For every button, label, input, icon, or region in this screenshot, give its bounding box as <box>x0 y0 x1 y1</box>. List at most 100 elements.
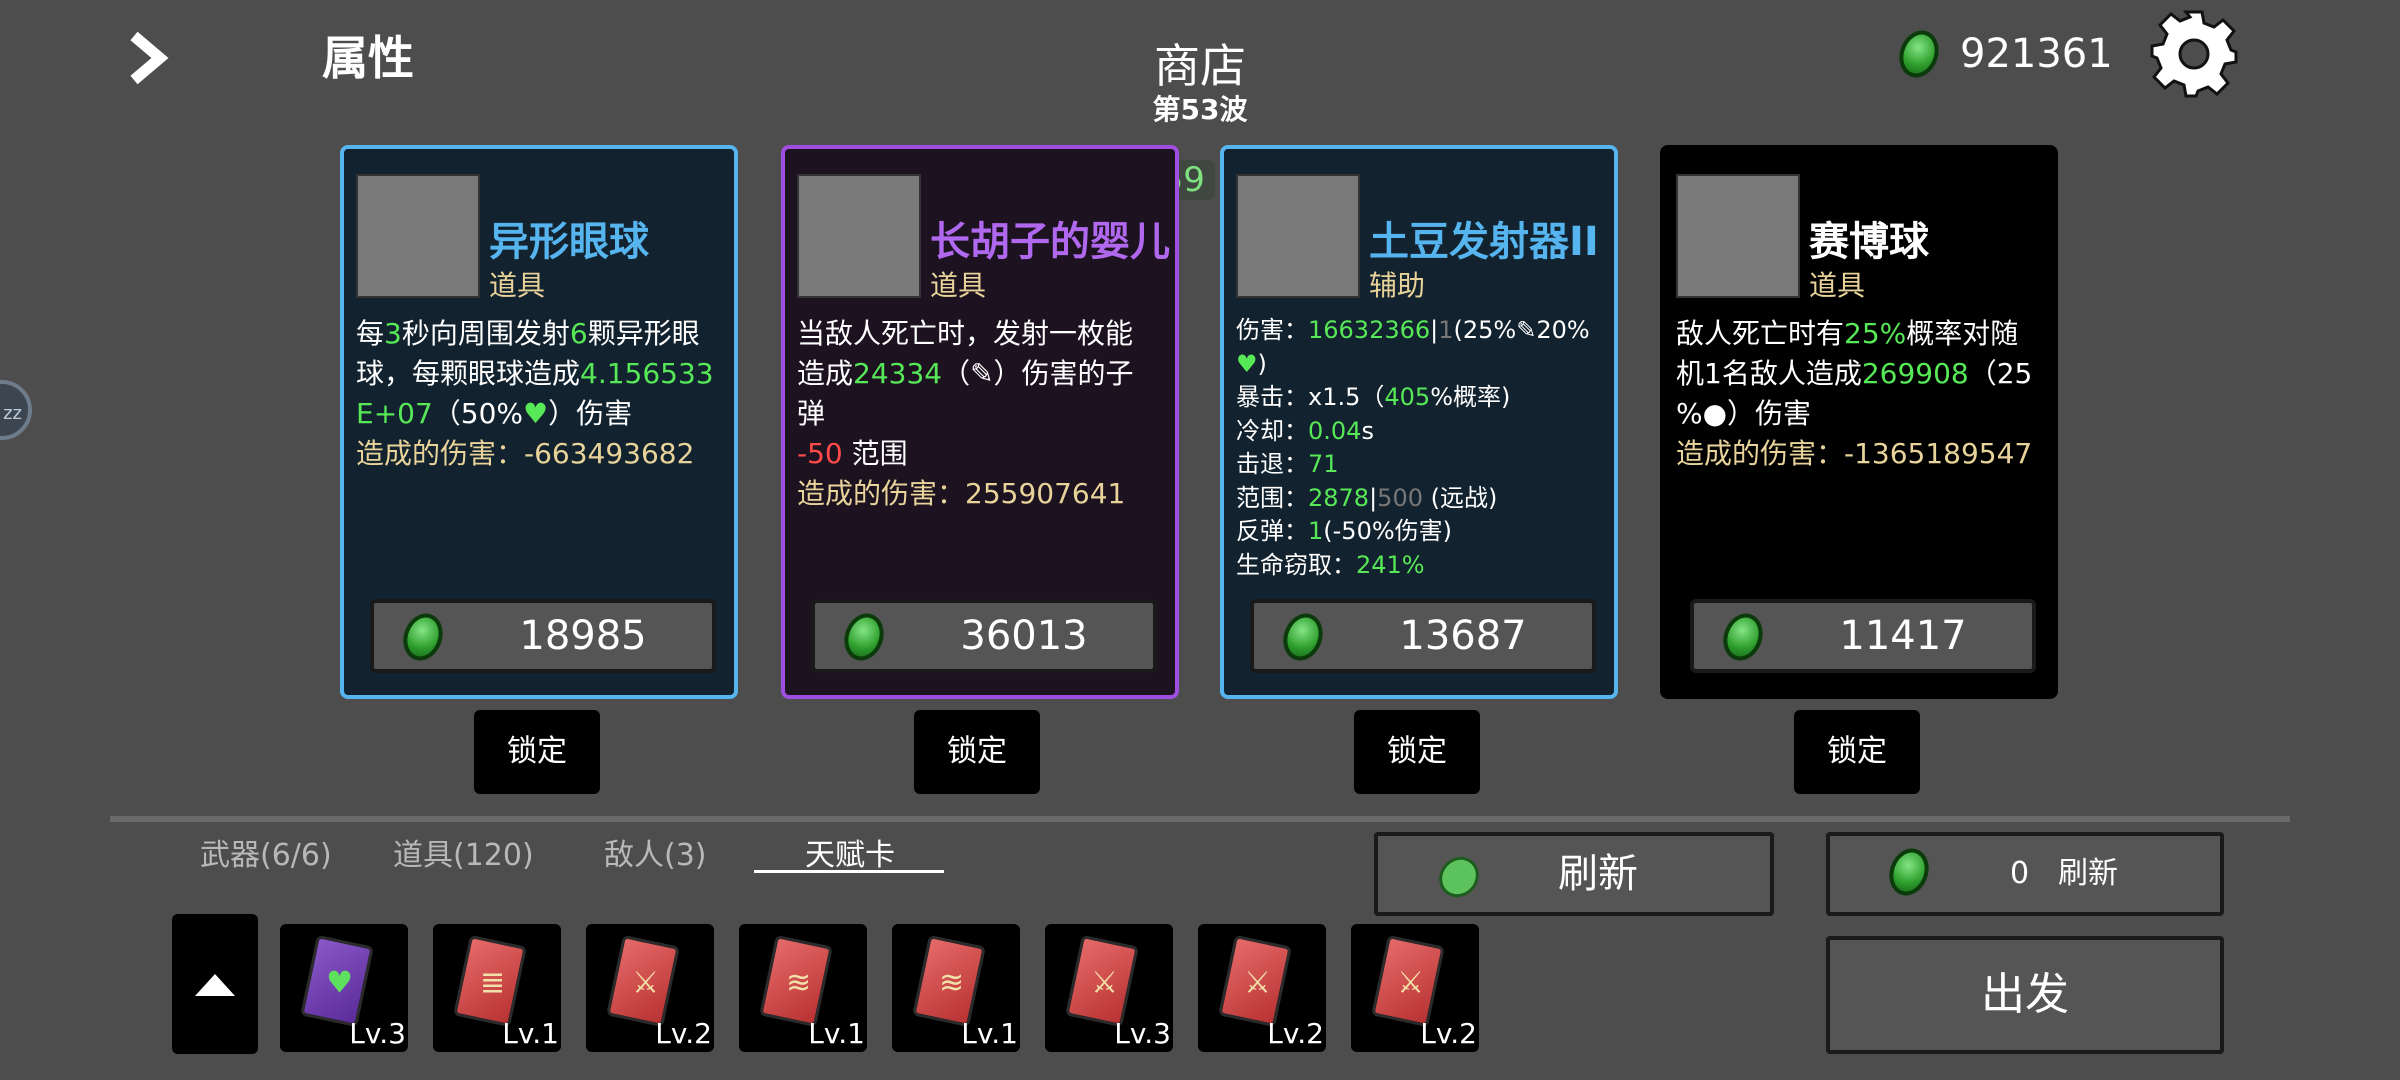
expand-arrow-icon[interactable] <box>120 28 180 88</box>
talent-symbol: ≣ <box>479 965 506 1001</box>
buy-button[interactable]: 18985 <box>370 599 716 673</box>
shop-card[interactable]: 长胡子的婴儿 道具 当敌人死亡时，发射一枚能 造成24334（✎）伤害的子弹 -50 范… <box>781 145 1179 699</box>
refresh-label: 刷新 <box>1558 851 1638 897</box>
item-type: 道具 <box>489 269 546 302</box>
description-text: ）伤害 <box>548 397 633 430</box>
side-bubble[interactable]: zz <box>0 380 32 440</box>
settings-gear-icon[interactable] <box>2148 8 2240 100</box>
description-text: ) <box>1257 349 1267 378</box>
description-text: 概率对随 <box>1906 317 2019 350</box>
lock-button[interactable]: 锁定 <box>1794 710 1920 794</box>
description-line: 球，每颗眼球造成4.156533 <box>356 354 730 394</box>
description-text: % <box>1676 397 1703 430</box>
buy-button[interactable]: 36013 <box>811 599 1157 673</box>
description-text: 冷却： <box>1236 416 1308 445</box>
description-line: ♥) <box>1236 348 1610 382</box>
shop-title: 商店 <box>1154 39 1246 93</box>
talent-card[interactable]: ♥ Lv.3 <box>280 924 408 1052</box>
buy-button[interactable]: 11417 <box>1690 599 2036 673</box>
attributes-title[interactable]: 属性 <box>322 22 414 88</box>
item-name: 赛博球 <box>1809 219 1929 265</box>
coin-icon <box>1276 607 1330 667</box>
description-text: 16632366 <box>1308 316 1431 344</box>
lock-button[interactable]: 锁定 <box>474 710 600 794</box>
description-line: 冷却：0.04s <box>1236 415 1610 449</box>
description-text: -50 <box>797 437 843 470</box>
talent-card[interactable]: ⚔ Lv.2 <box>586 924 714 1052</box>
description-text: 颗异形眼 <box>587 317 700 350</box>
refresh-button[interactable]: 刷新 <box>1374 832 1774 916</box>
description-line: 机1名敌人造成269908（25 <box>1676 354 2050 394</box>
description-text: (-50%伤害) <box>1323 517 1453 545</box>
description-text: 0.04 <box>1308 416 1362 445</box>
item-type: 道具 <box>1809 269 1866 302</box>
tab-underline <box>754 870 944 873</box>
item-name: 土豆发射器II <box>1369 219 1599 265</box>
talent-card[interactable]: ⚔ Lv.3 <box>1045 924 1173 1052</box>
talent-card[interactable]: ≣ Lv.1 <box>433 924 561 1052</box>
description-text: 范围： <box>1236 483 1308 512</box>
description-line: 击退：71 <box>1236 448 1610 482</box>
description-text: 25% <box>1844 317 1907 350</box>
go-button[interactable]: 出发 <box>1826 936 2224 1054</box>
description-line: 反弹：1(-50%伤害) <box>1236 515 1610 549</box>
item-type: 辅助 <box>1369 269 1426 302</box>
description-line: 弹 <box>797 394 1171 434</box>
talent-level: Lv.1 <box>808 1017 865 1050</box>
lock-button[interactable]: 锁定 <box>1354 710 1480 794</box>
shop-card[interactable]: 赛博球 道具 敌人死亡时有25%概率对随 机1名敌人造成269908（25 %●）伤害造… <box>1660 145 2058 699</box>
talent-card[interactable]: ⚔ Lv.2 <box>1198 924 1326 1052</box>
description-text: 球，每颗眼球造成 <box>356 357 581 390</box>
description-text: 范围 <box>842 437 908 470</box>
item-description: 伤害：16632366|1(25%✎20% ♥) 暴击：x1.5（405%概率) 冷却… <box>1236 314 1610 582</box>
talent-card[interactable]: ≋ Lv.1 <box>739 924 867 1052</box>
ticket-icon <box>1430 848 1488 906</box>
tab-talent-cards[interactable]: 天赋卡 <box>805 830 895 874</box>
coin-icon <box>1892 24 1946 84</box>
coin-refresh-button[interactable]: 0 刷新 <box>1826 832 2224 916</box>
buy-button[interactable]: 13687 <box>1250 599 1596 673</box>
description-text: (25%✎20% <box>1453 316 1590 344</box>
sword-icon: ⚔ <box>1218 934 1292 1028</box>
description-line: 每3秒向周围发射6颗异形眼 <box>356 314 730 354</box>
description-text: 每 <box>356 317 385 350</box>
description-line: E+07（50%♥）伤害 <box>356 394 730 434</box>
description-line: -50 范围 <box>797 434 1171 474</box>
coin-icon <box>1882 842 1936 902</box>
item-image <box>1236 174 1360 298</box>
description-text: ♥ <box>1236 349 1258 378</box>
description-text: ♥ <box>523 397 549 430</box>
description-text: 3 <box>384 317 402 350</box>
lock-button[interactable]: 锁定 <box>914 710 1040 794</box>
talent-level: Lv.3 <box>349 1017 406 1050</box>
description-text: 弹 <box>797 397 826 430</box>
stairs-icon: ≣ <box>453 934 527 1028</box>
item-image <box>1676 174 1800 298</box>
expand-up-button[interactable] <box>172 914 258 1054</box>
description-text: 生命窃取： <box>1236 550 1356 579</box>
money-value: 921361 <box>1960 31 2113 77</box>
shop-card[interactable]: 土豆发射器II 辅助 伤害：16632366|1(25%✎20% ♥) 暴击：x1.5（… <box>1220 145 1618 699</box>
description-text: 2878 <box>1308 483 1370 512</box>
description-text: 241% <box>1356 550 1425 579</box>
description-text: 造成的伤害：-1365189547 <box>1676 437 2033 470</box>
tab-items[interactable]: 道具(120) <box>393 830 534 874</box>
item-description: 当敌人死亡时，发射一枚能 造成24334（✎）伤害的子弹 -50 范围 造成的伤害：2… <box>797 314 1171 514</box>
description-text: ● <box>1702 397 1728 430</box>
description-line: 范围：2878|500 (远战) <box>1236 482 1610 516</box>
description-line: 伤害：16632366|1(25%✎20% <box>1236 314 1610 348</box>
description-text: （✎）伤害的子 <box>942 357 1134 390</box>
talent-card[interactable]: ⚔ Lv.2 <box>1351 924 1479 1052</box>
sword-icon: ⚔ <box>1065 934 1139 1028</box>
description-text: 71 <box>1308 450 1339 478</box>
divider <box>110 816 2290 822</box>
talent-level: Lv.2 <box>655 1017 712 1050</box>
shop-card[interactable]: 异形眼球 道具 每3秒向周围发射6颗异形眼 球，每颗眼球造成4.156533 E+07（… <box>340 145 738 699</box>
tab-weapons[interactable]: 武器(6/6) <box>200 830 332 874</box>
sword-icon: ⚔ <box>1371 934 1445 1028</box>
item-image <box>356 174 480 298</box>
talent-level: Lv.2 <box>1267 1017 1324 1050</box>
tab-enemies[interactable]: 敌人(3) <box>604 830 707 874</box>
talent-card[interactable]: ≋ Lv.1 <box>892 924 1020 1052</box>
description-text: 击退： <box>1236 450 1308 478</box>
